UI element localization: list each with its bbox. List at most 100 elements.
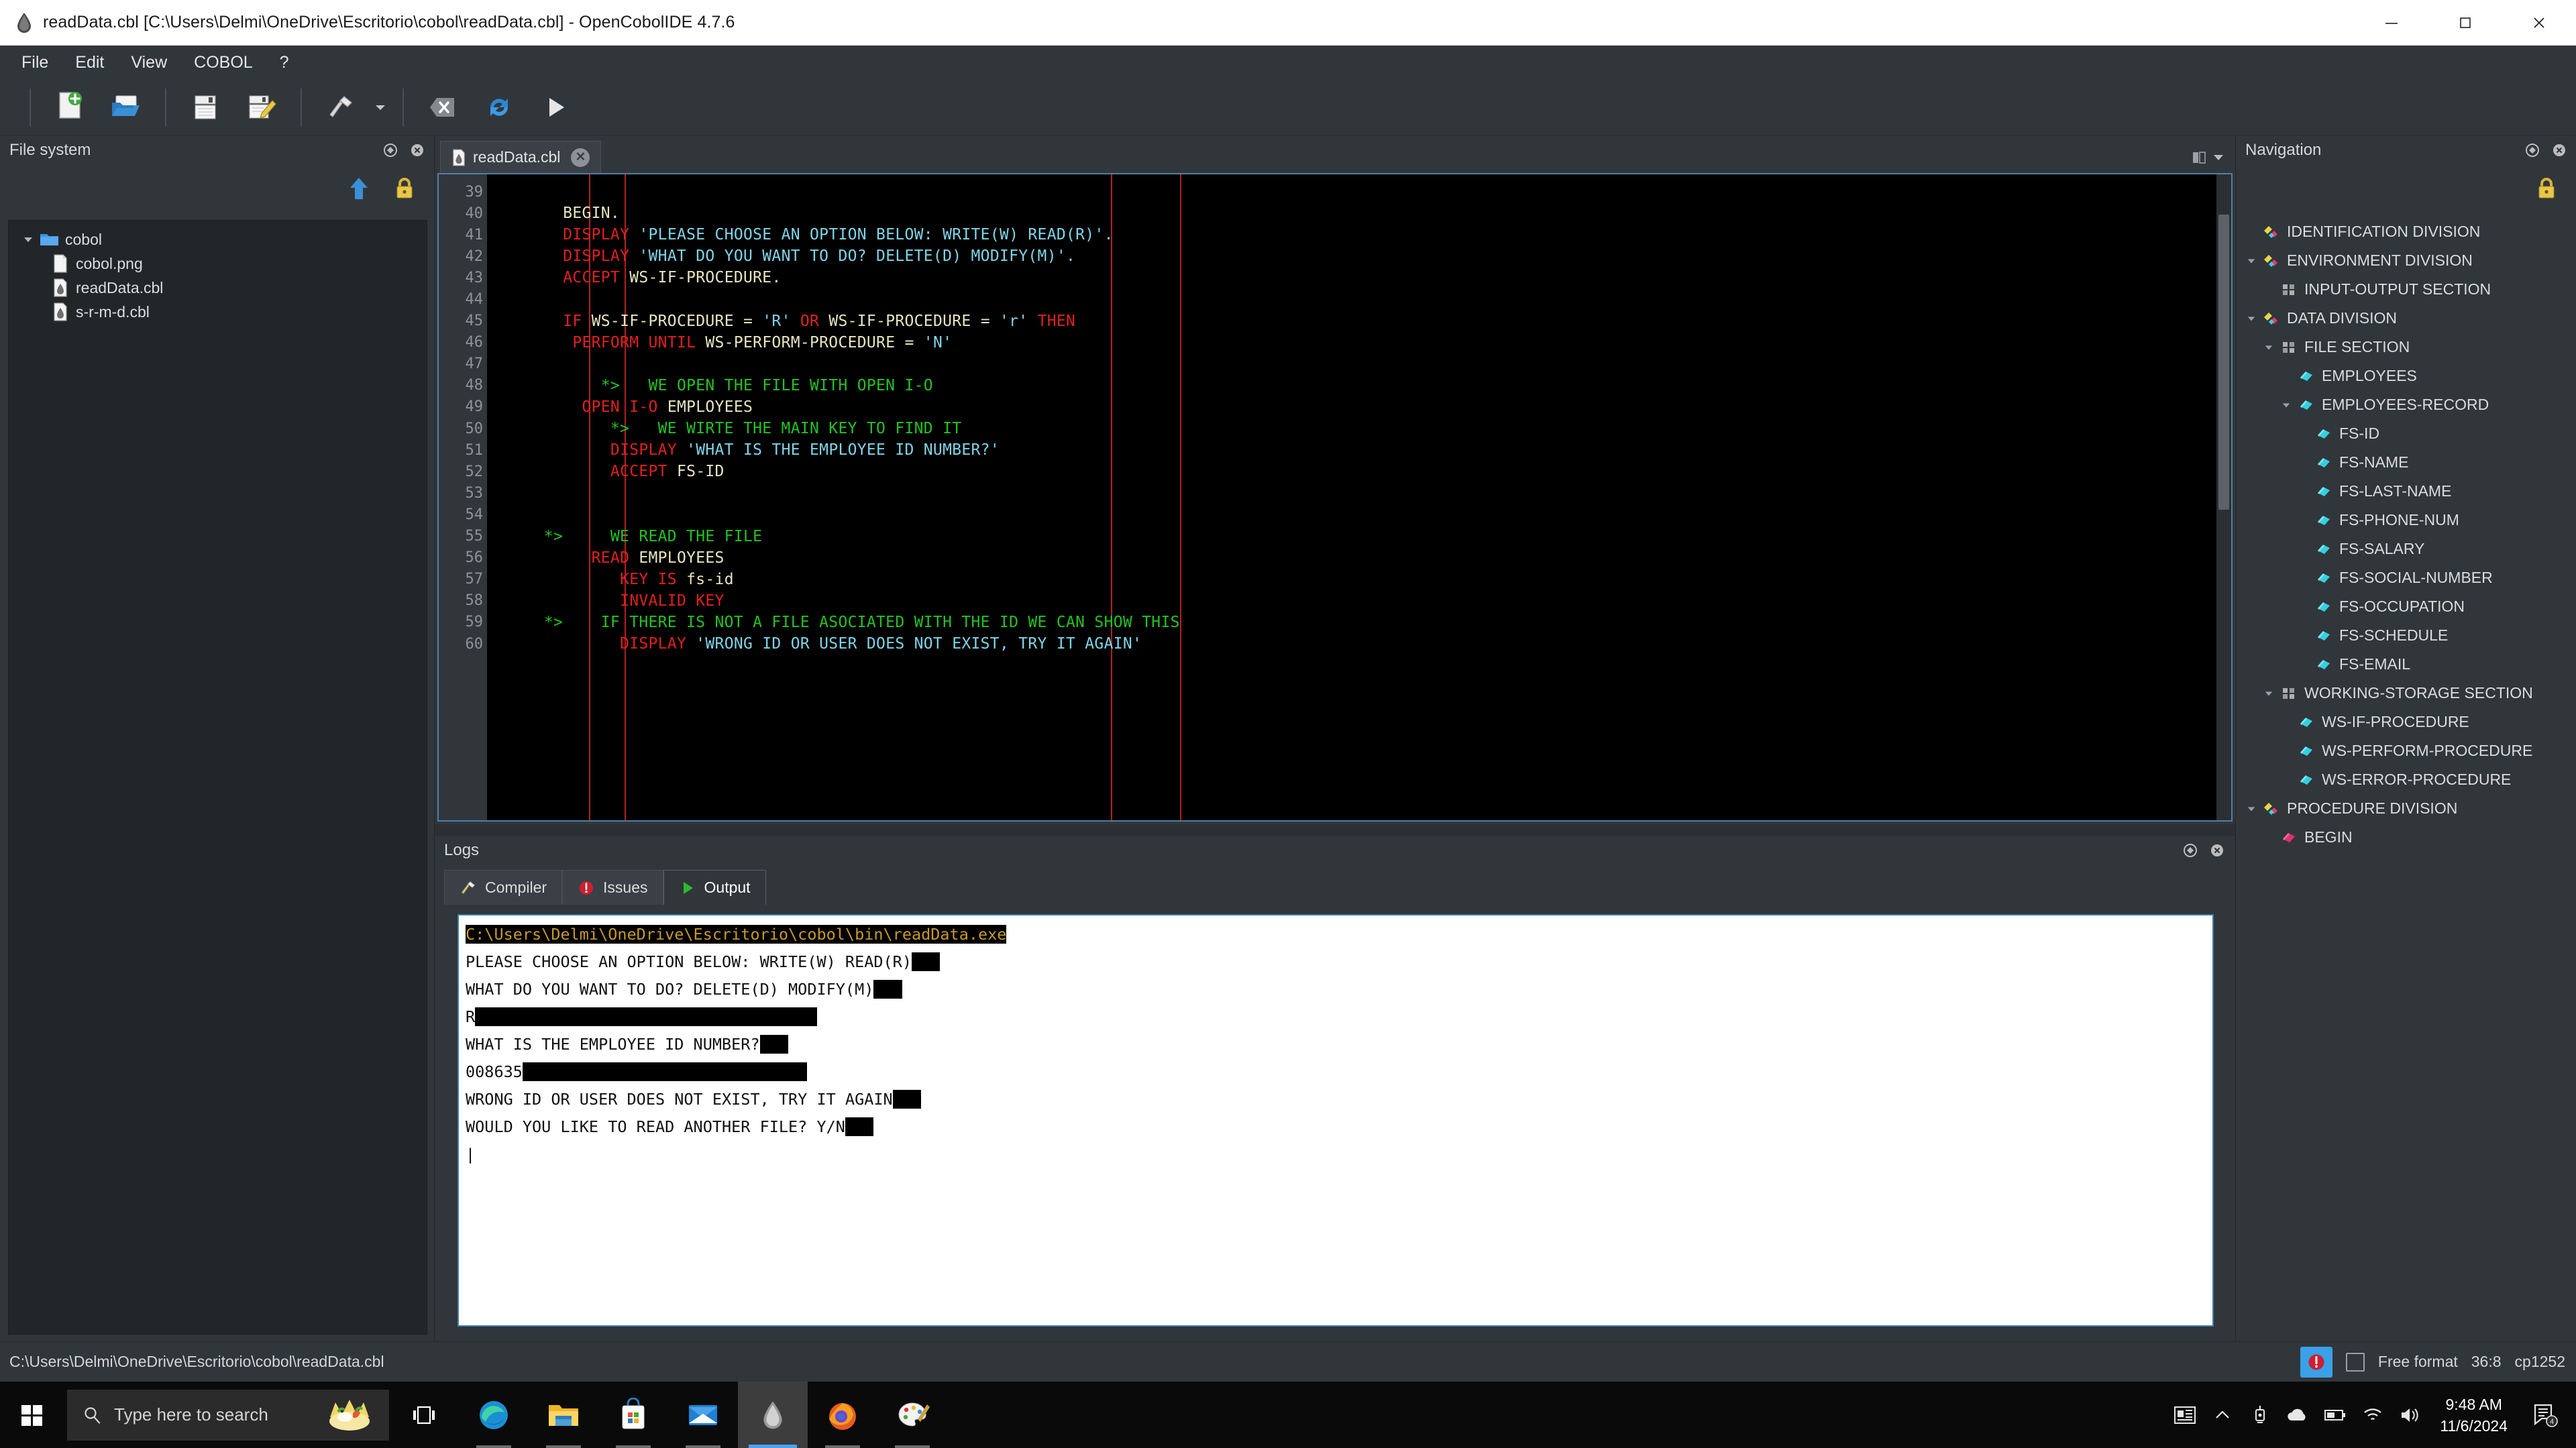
taskbar-opencobolide[interactable]: [738, 1382, 808, 1448]
file-system-close-button[interactable]: [407, 140, 427, 160]
taskbar-clock[interactable]: 9:48 AM 11/6/2024: [2429, 1394, 2518, 1437]
code-line[interactable]: [487, 504, 2216, 525]
tab-issues[interactable]: Issues: [562, 870, 663, 905]
start-button[interactable]: [0, 1382, 64, 1448]
editor-vertical-scrollbar[interactable]: [2216, 174, 2231, 820]
taskbar-paint[interactable]: [877, 1382, 947, 1448]
tray-onedrive[interactable]: [2279, 1382, 2316, 1448]
parent-dir-button[interactable]: [347, 175, 371, 205]
file-system-lock-button[interactable]: [394, 175, 415, 205]
code-line[interactable]: *> WE WIRTE THE MAIN KEY TO FIND IT: [487, 418, 2216, 439]
code-line[interactable]: DISPLAY 'PLEASE CHOOSE AN OPTION BELOW: …: [487, 224, 2216, 245]
editor-horizontal-scrollbar[interactable]: [435, 824, 2235, 836]
code-line[interactable]: OPEN I-O EMPLOYEES: [487, 396, 2216, 418]
logs-float-button[interactable]: [2180, 840, 2200, 860]
tray-show-hidden-icons[interactable]: [2204, 1382, 2241, 1448]
code-line[interactable]: *> WE READ THE FILE: [487, 526, 2216, 547]
compile-dropdown-button[interactable]: [370, 83, 390, 131]
nav-item-environment-division[interactable]: ENVIRONMENT DIVISION: [2236, 246, 2576, 275]
nav-item-employees[interactable]: EMPLOYEES: [2236, 361, 2576, 390]
nav-item-fs-email[interactable]: FS-EMAIL: [2236, 650, 2576, 679]
nav-item-fs-social-number[interactable]: FS-SOCIAL-NUMBER: [2236, 563, 2576, 592]
code-line[interactable]: [487, 181, 2216, 203]
taskbar-firefox[interactable]: [808, 1382, 877, 1448]
code-line[interactable]: IF WS-IF-PROCEDURE = 'R' OR WS-IF-PROCED…: [487, 311, 2216, 332]
nav-item-fs-last-name[interactable]: FS-LAST-NAME: [2236, 477, 2576, 506]
menu-view[interactable]: View: [117, 49, 180, 76]
tree-item-cobol-png[interactable]: cobol.png: [9, 252, 427, 276]
code-line[interactable]: KEY IS fs-id: [487, 569, 2216, 590]
nav-item-procedure-division[interactable]: PROCEDURE DIVISION: [2236, 794, 2576, 823]
nav-item-working-storage-section[interactable]: WORKING-STORAGE SECTION: [2236, 679, 2576, 708]
new-file-button[interactable]: [43, 83, 97, 131]
nav-item-ws-error-procedure[interactable]: WS-ERROR-PROCEDURE: [2236, 765, 2576, 794]
code-area[interactable]: BEGIN. DISPLAY 'PLEASE CHOOSE AN OPTION …: [487, 174, 2216, 820]
code-line[interactable]: DISPLAY 'WHAT IS THE EMPLOYEE ID NUMBER?…: [487, 439, 2216, 461]
compile-button[interactable]: [314, 83, 368, 131]
code-line[interactable]: ACCEPT FS-ID: [487, 461, 2216, 482]
nav-item-data-division[interactable]: DATA DIVISION: [2236, 304, 2576, 333]
collapse-arrow-icon[interactable]: [2243, 256, 2260, 266]
code-line[interactable]: [487, 353, 2216, 375]
nav-item-identification-division[interactable]: IDENTIFICATION DIVISION: [2236, 217, 2576, 246]
file-system-tree[interactable]: cobol cobol.png readData.cbl s-r-m-d.cbl: [8, 220, 427, 1335]
nav-item-fs-id[interactable]: FS-ID: [2236, 419, 2576, 448]
code-line[interactable]: PERFORM UNTIL WS-PERFORM-PROCEDURE = 'N': [487, 332, 2216, 353]
open-file-button[interactable]: [99, 83, 153, 131]
tree-item-cobol[interactable]: cobol: [9, 227, 427, 252]
nav-item-fs-salary[interactable]: FS-SALARY: [2236, 535, 2576, 563]
collapse-arrow-icon[interactable]: [2260, 343, 2277, 352]
tray-volume[interactable]: [2392, 1382, 2429, 1448]
menu-edit[interactable]: Edit: [62, 49, 117, 76]
taskbar-search-box[interactable]: Type here to search: [67, 1389, 389, 1441]
close-button[interactable]: [2502, 0, 2576, 45]
file-system-float-button[interactable]: [380, 140, 400, 160]
tray-network[interactable]: [2354, 1382, 2392, 1448]
nav-item-employees-record[interactable]: EMPLOYEES-RECORD: [2236, 390, 2576, 419]
maximize-button[interactable]: [2428, 0, 2502, 45]
editor-tab-list-button[interactable]: [2211, 152, 2226, 167]
tray-news-and-interests[interactable]: [2166, 1382, 2204, 1448]
minimize-button[interactable]: [2355, 0, 2428, 45]
menu-cobol[interactable]: COBOL: [180, 49, 266, 76]
taskbar-microsoft-store[interactable]: [598, 1382, 668, 1448]
menu-help[interactable]: ?: [266, 49, 303, 76]
tree-item-readdata-cbl[interactable]: readData.cbl: [9, 276, 427, 300]
nav-item-fs-schedule[interactable]: FS-SCHEDULE: [2236, 621, 2576, 650]
code-line[interactable]: [487, 482, 2216, 504]
tab-compiler[interactable]: Compiler: [444, 870, 563, 905]
navigation-close-button[interactable]: [2549, 140, 2569, 160]
editor-tab-close-icon[interactable]: ✕: [571, 148, 590, 167]
status-error-button[interactable]: [2300, 1346, 2332, 1378]
expand-arrow-icon[interactable]: [18, 234, 38, 245]
tree-item-srmd-cbl[interactable]: s-r-m-d.cbl: [9, 300, 427, 324]
save-button[interactable]: [178, 83, 232, 131]
collapse-arrow-icon[interactable]: [2243, 314, 2260, 323]
logs-close-button[interactable]: [2207, 840, 2227, 860]
toolbar-handle[interactable]: [30, 88, 31, 126]
code-line[interactable]: ACCEPT WS-IF-PROCEDURE.: [487, 267, 2216, 288]
nav-item-file-section[interactable]: FILE SECTION: [2236, 333, 2576, 361]
code-line[interactable]: BEGIN.: [487, 203, 2216, 224]
navigation-tree[interactable]: IDENTIFICATION DIVISION ENVIRONMENT DIVIS…: [2236, 215, 2576, 1341]
nav-item-input-output-section[interactable]: INPUT-OUTPUT SECTION: [2236, 275, 2576, 304]
cancel-button[interactable]: [416, 83, 470, 131]
code-line[interactable]: READ EMPLOYEES: [487, 547, 2216, 569]
refresh-button[interactable]: [472, 83, 526, 131]
output-console[interactable]: C:\Users\Delmi\OneDrive\Escritorio\cobol…: [458, 914, 2214, 1327]
nav-item-fs-name[interactable]: FS-NAME: [2236, 448, 2576, 477]
taskbar-file-explorer[interactable]: [529, 1382, 598, 1448]
navigation-lock-button[interactable]: [2536, 175, 2557, 205]
taskbar-edge[interactable]: [459, 1382, 529, 1448]
nav-item-fs-phone-num[interactable]: FS-PHONE-NUM: [2236, 506, 2576, 535]
run-button[interactable]: [529, 83, 582, 131]
tray-battery[interactable]: [2316, 1382, 2354, 1448]
collapse-arrow-icon[interactable]: [2243, 804, 2260, 814]
code-line[interactable]: [487, 288, 2216, 310]
code-line[interactable]: *> WE OPEN THE FILE WITH OPEN I-O: [487, 375, 2216, 396]
free-format-checkbox[interactable]: [2345, 1352, 2365, 1372]
code-editor[interactable]: 39 40 41 42 43 44 45 46 47 48 49 50▼ 51 52 53 54 55 56▼ 57…: [437, 173, 2233, 822]
editor-tab-readdata[interactable]: readData.cbl ✕: [440, 141, 602, 173]
code-line[interactable]: DISPLAY 'WRONG ID OR USER DOES NOT EXIST…: [487, 633, 2216, 655]
code-line[interactable]: *> IF THERE IS NOT A FILE ASOCIATED WITH…: [487, 612, 2216, 633]
